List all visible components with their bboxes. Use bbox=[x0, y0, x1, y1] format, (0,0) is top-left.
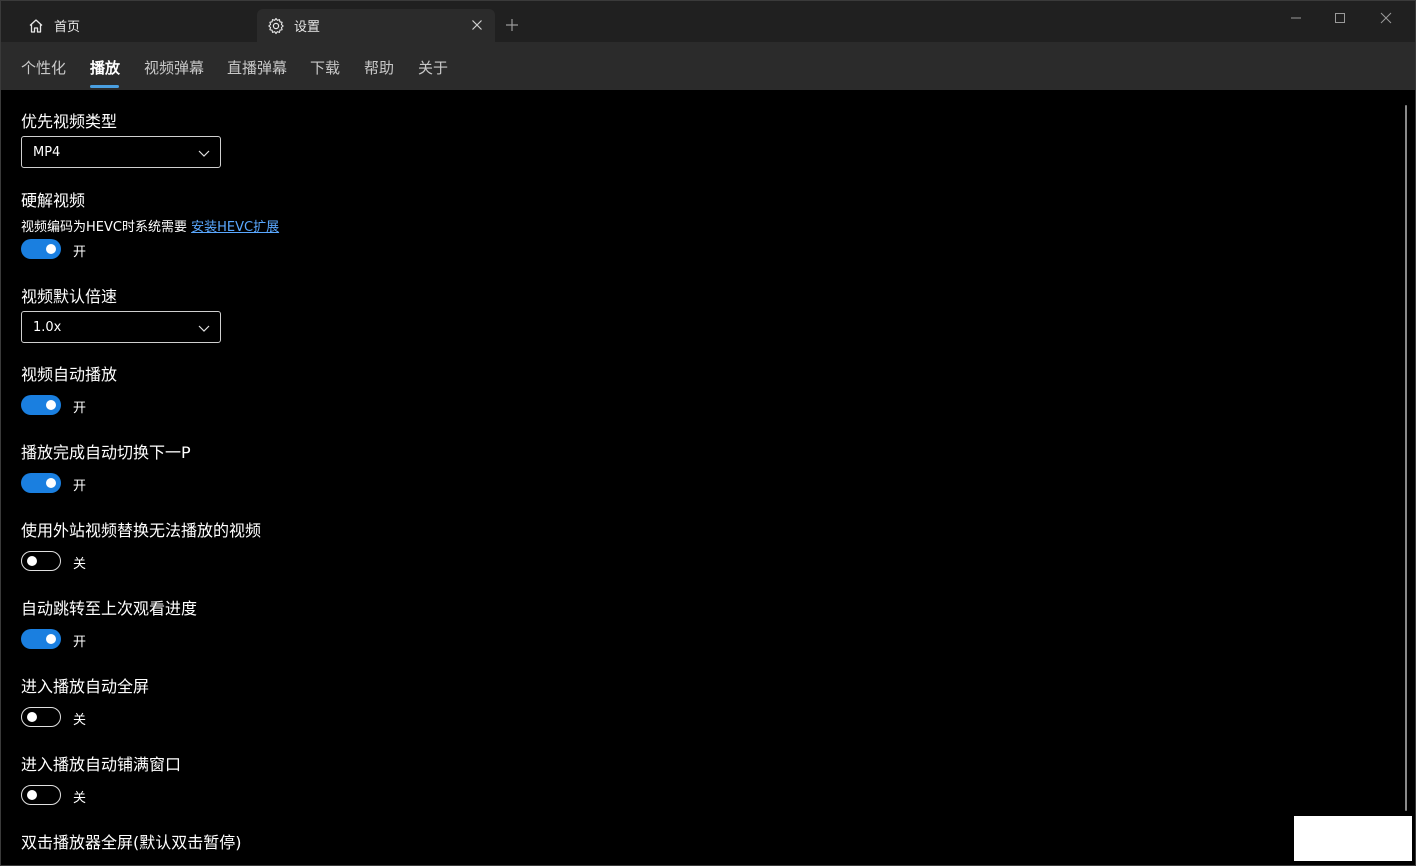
maximize-icon[interactable] bbox=[1325, 7, 1355, 29]
hw-decode-desc-text: 视频编码为HEVC时系统需要 bbox=[21, 220, 187, 235]
title-bar: 首页 设置 bbox=[1, 1, 1415, 42]
default-speed-value: 1.0x bbox=[33, 319, 62, 335]
default-speed-select[interactable]: 1.0x bbox=[21, 311, 221, 343]
new-tab-icon[interactable] bbox=[503, 16, 521, 34]
install-hevc-link[interactable]: 安装HEVC扩展 bbox=[191, 220, 279, 235]
tab-playback[interactable]: 播放 bbox=[90, 57, 120, 78]
auto-next-toggle[interactable] bbox=[21, 473, 61, 493]
auto-next-state: 开 bbox=[73, 479, 87, 494]
tab-help[interactable]: 帮助 bbox=[364, 57, 394, 78]
tab-live-danmaku[interactable]: 直播弹幕 bbox=[227, 57, 287, 78]
chevron-down-icon bbox=[197, 146, 211, 160]
external-replace-toggle[interactable] bbox=[21, 551, 61, 571]
preferred-type-select[interactable]: MP4 bbox=[21, 136, 221, 168]
active-tab-indicator bbox=[90, 85, 119, 88]
auto-fill-window-state: 关 bbox=[73, 791, 87, 806]
external-replace-title: 使用外站视频替换无法播放的视频 bbox=[21, 521, 262, 540]
hw-decode-title: 硬解视频 bbox=[21, 191, 86, 210]
tab-settings[interactable]: 设置 bbox=[257, 9, 495, 42]
hw-decode-state: 开 bbox=[73, 245, 87, 260]
auto-fill-window-title: 进入播放自动铺满窗口 bbox=[21, 755, 182, 774]
chevron-down-icon bbox=[197, 321, 211, 335]
autoplay-state: 开 bbox=[73, 401, 87, 416]
home-icon bbox=[27, 17, 45, 35]
resume-progress-toggle[interactable] bbox=[21, 629, 61, 649]
tab-settings-label: 设置 bbox=[294, 20, 321, 35]
double-click-fullscreen-title: 双击播放器全屏(默认双击暂停) bbox=[21, 833, 242, 852]
vertical-scrollbar[interactable] bbox=[1405, 105, 1407, 811]
autoplay-title: 视频自动播放 bbox=[21, 365, 118, 384]
tab-download[interactable]: 下载 bbox=[310, 57, 340, 78]
tab-about[interactable]: 关于 bbox=[418, 57, 448, 78]
auto-fullscreen-title: 进入播放自动全屏 bbox=[21, 677, 150, 696]
autoplay-toggle[interactable] bbox=[21, 395, 61, 415]
gear-icon bbox=[267, 17, 285, 35]
auto-fullscreen-toggle[interactable] bbox=[21, 707, 61, 727]
toggle-knob bbox=[46, 244, 56, 254]
hw-decode-toggle[interactable] bbox=[21, 239, 61, 259]
preferred-type-value: MP4 bbox=[33, 144, 61, 160]
toggle-knob bbox=[46, 400, 56, 410]
toggle-knob bbox=[46, 634, 56, 644]
resume-progress-state: 开 bbox=[73, 635, 87, 650]
toggle-knob bbox=[27, 712, 37, 722]
hw-decode-desc: 视频编码为HEVC时系统需要 安装HEVC扩展 bbox=[21, 216, 279, 235]
tab-personalization[interactable]: 个性化 bbox=[21, 57, 66, 78]
tab-home[interactable]: 首页 bbox=[11, 9, 255, 42]
settings-pivot: 个性化 播放 视频弹幕 直播弹幕 下载 帮助 关于 bbox=[1, 42, 1415, 90]
app-window: 首页 设置 个性化 播放 视频弹幕 直播弹幕 下载 帮助 关于 优先视频类型 M… bbox=[0, 0, 1416, 866]
external-replace-state: 关 bbox=[73, 557, 87, 572]
blank-overlay bbox=[1294, 816, 1412, 861]
tab-home-label: 首页 bbox=[54, 20, 81, 35]
auto-fill-window-toggle[interactable] bbox=[21, 785, 61, 805]
preferred-type-title: 优先视频类型 bbox=[21, 112, 118, 131]
close-window-icon[interactable] bbox=[1371, 7, 1401, 29]
close-tab-icon[interactable] bbox=[469, 17, 485, 33]
toggle-knob bbox=[27, 790, 37, 800]
minimize-icon[interactable] bbox=[1281, 7, 1311, 29]
settings-content: 优先视频类型 MP4 硬解视频 视频编码为HEVC时系统需要 安装HEVC扩展 … bbox=[1, 90, 1415, 865]
resume-progress-title: 自动跳转至上次观看进度 bbox=[21, 599, 198, 618]
default-speed-title: 视频默认倍速 bbox=[21, 287, 118, 306]
toggle-knob bbox=[27, 556, 37, 566]
toggle-knob bbox=[46, 478, 56, 488]
tab-video-danmaku[interactable]: 视频弹幕 bbox=[144, 57, 204, 78]
auto-fullscreen-state: 关 bbox=[73, 713, 87, 728]
auto-next-title: 播放完成自动切换下一P bbox=[21, 443, 191, 462]
